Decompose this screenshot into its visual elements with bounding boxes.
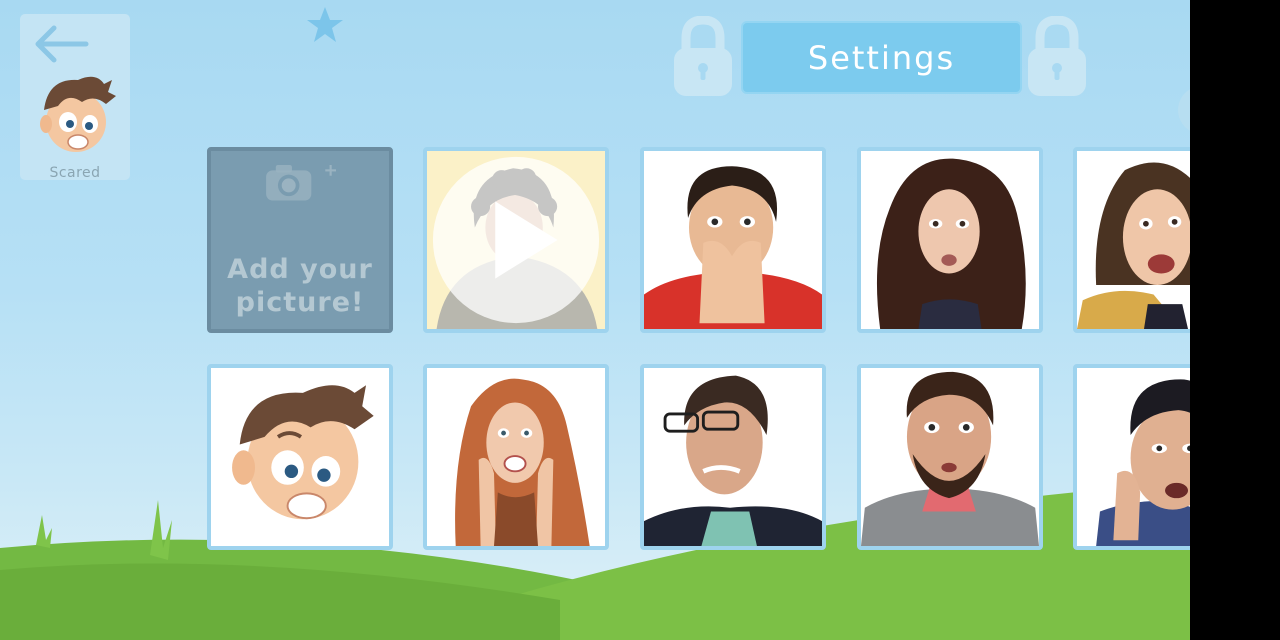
system-nav-bar — [1190, 0, 1280, 640]
photo-tile-7[interactable] — [640, 364, 826, 550]
add-picture-label: Add your picture! — [211, 253, 389, 319]
settings-button[interactable]: Settings — [741, 21, 1022, 94]
photo-scared-woman-yellow — [1077, 162, 1190, 329]
back-arrow-icon — [35, 25, 89, 63]
photo-scared-man-dark-hair — [1096, 379, 1190, 546]
photo-tile-6[interactable] — [423, 364, 609, 550]
lock-left-icon[interactable] — [672, 16, 734, 100]
star-icon — [307, 7, 343, 42]
photo-scared-redhead-woman — [455, 378, 590, 546]
photo-scared-woman-curly — [876, 158, 1026, 329]
photo-tile-3[interactable] — [857, 147, 1043, 333]
photo-tile-9[interactable] — [1073, 364, 1190, 550]
lock-right-icon[interactable] — [1026, 16, 1088, 100]
photo-tile-1[interactable] — [423, 147, 609, 333]
add-picture-line2: picture! — [235, 287, 365, 318]
add-picture-tile[interactable]: Add your picture! — [207, 147, 393, 333]
play-icon[interactable] — [427, 151, 605, 329]
emotion-label: Scared — [49, 165, 101, 181]
photo-tile-2[interactable] — [640, 147, 826, 333]
photo-tile-8[interactable] — [857, 364, 1043, 550]
photo-scared-boy-hands — [644, 166, 822, 329]
add-picture-line1: Add your — [227, 254, 373, 285]
photo-tile-4[interactable] — [1073, 147, 1190, 333]
photo-tile-5[interactable] — [207, 364, 393, 550]
cartoon-scared-boy — [232, 385, 374, 520]
photo-scared-man-glasses — [644, 375, 822, 546]
photo-scared-bearded-man — [861, 371, 1039, 546]
camera-plus-icon — [266, 164, 337, 201]
scared-face-icon — [40, 76, 116, 152]
app-screen: Scared Settings Add your picture! — [0, 0, 1190, 640]
back-button[interactable]: Scared — [20, 14, 130, 181]
